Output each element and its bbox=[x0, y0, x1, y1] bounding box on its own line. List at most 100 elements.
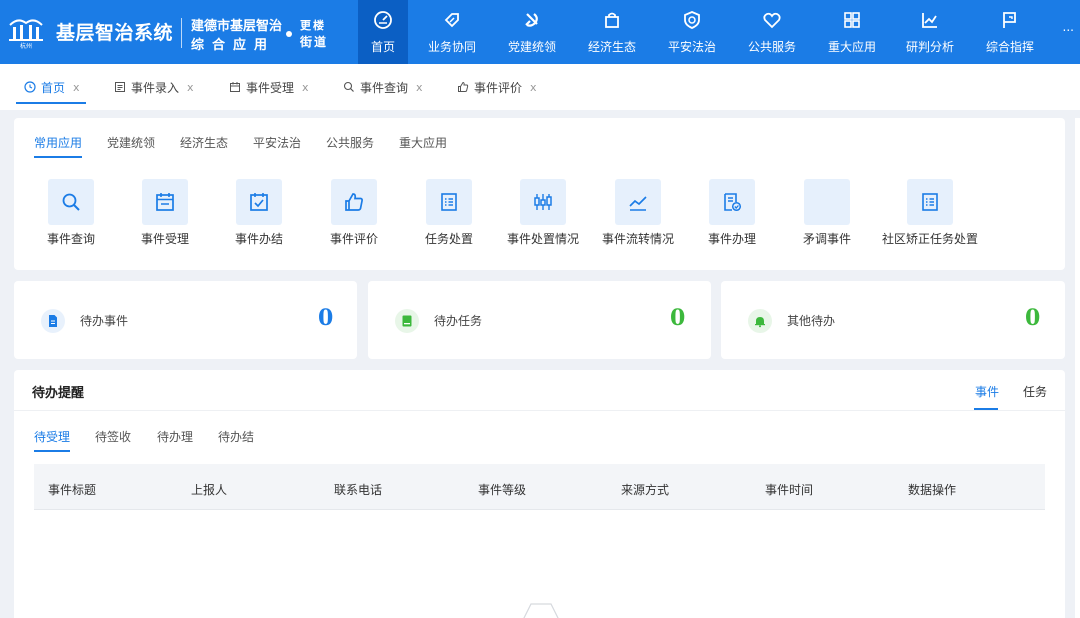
street-name-line2[interactable]: 街道 bbox=[300, 33, 328, 50]
app-event-handling-status[interactable]: 事件处置情况 bbox=[504, 179, 584, 249]
category-tab-major-apps[interactable]: 重大应用 bbox=[399, 134, 447, 151]
calendar-check-icon bbox=[250, 193, 268, 211]
book-icon bbox=[402, 315, 412, 327]
document-icon bbox=[49, 315, 57, 327]
sub-tab-to-sign[interactable]: 待签收 bbox=[95, 428, 131, 445]
tag-icon bbox=[444, 13, 459, 28]
heart-icon bbox=[763, 12, 781, 29]
nav-item-label: 首页 bbox=[370, 40, 395, 54]
app-event-flow-status[interactable]: 事件流转情况 bbox=[599, 179, 679, 249]
stat-label: 待办事件 bbox=[80, 314, 129, 328]
tab-event-evaluation[interactable]: 事件评价 x bbox=[457, 64, 537, 110]
nav-item-public-service[interactable]: 公共服务 bbox=[744, 0, 800, 64]
org-separator-dot bbox=[286, 31, 292, 37]
nav-more-button[interactable]: ... bbox=[1063, 20, 1074, 34]
column-header-phone: 联系电话 bbox=[334, 483, 383, 497]
stat-card-pending-events[interactable]: 待办事件 0 bbox=[14, 281, 357, 359]
nav-item-major-apps[interactable]: 重大应用 bbox=[824, 0, 880, 64]
tab-label: 事件评价 bbox=[474, 80, 523, 95]
app-event-evaluation[interactable]: 事件评价 bbox=[315, 179, 395, 249]
nav-item-party-building[interactable]: 党建统领 bbox=[504, 0, 560, 64]
clock-icon bbox=[24, 81, 36, 93]
nav-item-command[interactable]: 综合指挥 bbox=[982, 0, 1038, 64]
category-tab-safety[interactable]: 平安法治 bbox=[253, 134, 301, 151]
app-task-handling[interactable]: 任务处置 bbox=[410, 179, 490, 249]
app-icon-tile bbox=[331, 179, 377, 225]
app-event-acceptance[interactable]: 事件受理 bbox=[126, 179, 206, 249]
org-name-line1: 建德市基层智治 bbox=[191, 19, 283, 34]
tab-event-acceptance[interactable]: 事件受理 x bbox=[229, 64, 309, 110]
nav-item-business-coordination[interactable]: 业务协同 bbox=[424, 0, 480, 64]
category-tab-party[interactable]: 党建统领 bbox=[107, 134, 155, 151]
app-icon-tile bbox=[907, 179, 953, 225]
toggle-tasks[interactable]: 任务 bbox=[1023, 383, 1047, 400]
app-event-completion[interactable]: 事件办结 bbox=[220, 179, 300, 249]
calendar-icon bbox=[230, 82, 240, 92]
reminders-table-header: 事件标题 上报人 联系电话 事件等级 来源方式 事件时间 数据操作 bbox=[34, 464, 1045, 510]
tab-close-button[interactable]: x bbox=[73, 81, 80, 94]
tab-close-button[interactable]: x bbox=[302, 81, 309, 94]
tab-close-button[interactable]: x bbox=[187, 81, 194, 94]
page-tab-strip: 首页 x 事件录入 x 事件受理 x 事件查询 x 事件评价 x bbox=[0, 64, 1080, 110]
category-tab-public-service[interactable]: 公共服务 bbox=[326, 134, 374, 151]
app-event-query[interactable]: 事件查询 bbox=[32, 179, 112, 249]
stat-label: 其他待办 bbox=[787, 314, 836, 328]
thumb-up-icon bbox=[345, 193, 363, 211]
shield-icon bbox=[684, 11, 700, 29]
stat-icon-tile bbox=[41, 309, 65, 333]
tab-home[interactable]: 首页 x bbox=[16, 64, 86, 110]
nav-item-label: 公共服务 bbox=[747, 40, 796, 54]
list-icon bbox=[441, 193, 457, 211]
header-divider bbox=[181, 18, 182, 48]
sub-tab-to-accept[interactable]: 待受理 bbox=[34, 428, 70, 445]
tab-close-button[interactable]: x bbox=[530, 81, 537, 94]
tab-label: 首页 bbox=[41, 80, 66, 95]
app-community-correction-task[interactable]: 社区矫正任务处置 bbox=[882, 179, 978, 249]
app-icon-tile bbox=[236, 179, 282, 225]
street-name-line1[interactable]: 更楼 bbox=[300, 17, 326, 33]
nav-item-analysis[interactable]: 研判分析 bbox=[902, 0, 958, 64]
list-icon bbox=[922, 193, 938, 211]
toggle-events[interactable]: 事件 bbox=[975, 383, 999, 400]
app-icon-tile bbox=[520, 179, 566, 225]
nav-item-safety-law[interactable]: 平安法治 bbox=[664, 0, 720, 64]
nav-item-home[interactable]: 首页 bbox=[358, 0, 408, 64]
app-event-processing[interactable]: 事件办理 bbox=[693, 179, 773, 249]
column-header-level: 事件等级 bbox=[478, 483, 527, 497]
column-header-title: 事件标题 bbox=[48, 483, 97, 497]
common-apps-card: 常用应用 党建统领 经济生态 平安法治 公共服务 重大应用 事件查询 事件受理 … bbox=[14, 118, 1065, 270]
sub-tab-active-indicator bbox=[34, 450, 70, 452]
category-tab-common[interactable]: 常用应用 bbox=[34, 134, 82, 151]
form-icon bbox=[115, 82, 125, 92]
tab-event-query[interactable]: 事件查询 x bbox=[343, 64, 423, 110]
tab-close-button[interactable]: x bbox=[416, 81, 423, 94]
calendar-icon bbox=[156, 193, 174, 211]
thumb-up-icon bbox=[458, 81, 469, 92]
column-header-source: 来源方式 bbox=[621, 483, 670, 497]
nav-item-label: 平安法治 bbox=[667, 40, 716, 54]
tab-event-entry[interactable]: 事件录入 x bbox=[114, 64, 194, 110]
stat-card-pending-tasks[interactable]: 待办任务 0 bbox=[368, 281, 711, 359]
nav-item-label: 经济生态 bbox=[587, 40, 636, 54]
city-logo-icon: 杭州 bbox=[9, 19, 43, 49]
top-navigation-bar: 杭州 基层智治系统 建德市基层智治 综合应用 更楼 街道 首页 业务协同 党建统… bbox=[0, 0, 1080, 64]
nav-item-label: 研判分析 bbox=[905, 40, 954, 54]
nav-item-economy[interactable]: 经济生态 bbox=[584, 0, 640, 64]
column-header-actions: 数据操作 bbox=[908, 483, 957, 497]
right-side-panel bbox=[1075, 118, 1080, 618]
party-emblem-icon bbox=[525, 13, 538, 27]
sub-tab-to-close[interactable]: 待办结 bbox=[218, 428, 254, 445]
column-header-reporter: 上报人 bbox=[191, 483, 228, 497]
app-conflict-mediation-event[interactable]: 矛调事件 bbox=[788, 179, 868, 249]
category-tab-economy[interactable]: 经济生态 bbox=[180, 134, 228, 151]
app-icon-tile bbox=[709, 179, 755, 225]
nav-item-label: 业务协同 bbox=[427, 40, 476, 54]
stat-card-other-pending[interactable]: 其他待办 0 bbox=[721, 281, 1065, 359]
system-title: 基层智治系统 bbox=[56, 22, 174, 44]
app-icon-tile bbox=[426, 179, 472, 225]
svg-text:杭州: 杭州 bbox=[20, 42, 32, 49]
pending-reminders-card: 待办提醒 事件 任务 待受理 待签收 待办理 待办结 事件标题 上报人 联系电话… bbox=[14, 370, 1065, 618]
org-name-line2: 综合应用 bbox=[191, 38, 276, 53]
flag-icon bbox=[1003, 12, 1016, 28]
sub-tab-to-handle[interactable]: 待办理 bbox=[157, 428, 193, 445]
